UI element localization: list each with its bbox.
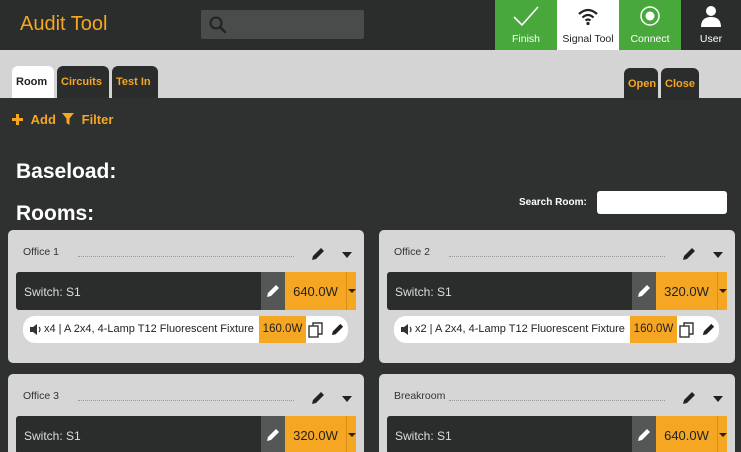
room-name: Office 1	[23, 246, 59, 258]
search-input[interactable]	[201, 10, 364, 39]
fixture-wattage: 160.0W	[259, 316, 306, 343]
fixture-wattage: 160.0W	[630, 316, 677, 343]
dotted-divider	[78, 400, 294, 401]
switch-dropdown-button[interactable]	[717, 272, 727, 310]
top-bar: Audit Tool Finish Signal Tool Connect Us…	[0, 0, 741, 50]
tab-test-in[interactable]: Test In	[112, 66, 158, 98]
switch-wattage: 320.0W	[656, 272, 717, 310]
chevron-down-icon[interactable]	[713, 252, 723, 258]
add-label: Add	[30, 112, 56, 127]
baseload-heading: Baseload:	[16, 160, 117, 183]
room-card: Office 3 Switch: S1 320.0W	[8, 374, 364, 452]
switch-wattage: 640.0W	[656, 416, 717, 452]
fixture-row[interactable]: x2 | A 2x4, 4-Lamp T12 Fluorescent Fixtu…	[394, 316, 719, 343]
room-card: Breakroom Switch: S1 640.0W	[379, 374, 735, 452]
switch-dropdown-button[interactable]	[346, 272, 356, 310]
finish-label: Finish	[511, 33, 540, 45]
signal-tool-label: Signal Tool	[562, 33, 614, 45]
pencil-icon	[638, 285, 650, 297]
switch-dropdown-button[interactable]	[717, 416, 727, 452]
dotted-divider	[78, 256, 294, 257]
finish-button[interactable]: Finish	[495, 0, 557, 50]
plus-icon	[12, 114, 23, 125]
add-button[interactable]: Add	[12, 112, 56, 127]
user-button[interactable]: User	[681, 0, 741, 50]
pencil-icon[interactable]	[701, 322, 716, 337]
tab-room[interactable]: Room	[12, 66, 54, 98]
pencil-icon[interactable]	[330, 322, 345, 337]
filter-icon	[62, 113, 74, 125]
radio-target-icon	[640, 6, 660, 26]
switch-edit-button[interactable]	[261, 272, 285, 310]
fixture-label: x2 | A 2x4, 4-Lamp T12 Fluorescent Fixtu…	[415, 323, 625, 335]
check-icon	[513, 6, 539, 27]
pencil-icon	[267, 429, 279, 441]
chevron-down-icon[interactable]	[342, 396, 352, 402]
fixture-label: x4 | A 2x4, 4-Lamp T12 Fluorescent Fixtu…	[44, 323, 254, 335]
room-card: Office 2 Switch: S1 320.0W x2 | A 2x4, 4…	[379, 230, 735, 363]
pencil-icon	[267, 285, 279, 297]
search-room-label: Search Room:	[519, 197, 587, 208]
fixture-row[interactable]: x4 | A 2x4, 4-Lamp T12 Fluorescent Fixtu…	[23, 316, 348, 343]
switch-wattage: 320.0W	[285, 416, 346, 452]
room-name: Breakroom	[394, 390, 446, 402]
switch-wattage: 640.0W	[285, 272, 346, 310]
search-room-input[interactable]	[597, 191, 727, 214]
wifi-icon	[578, 8, 598, 26]
room-name: Office 3	[23, 390, 59, 402]
signal-tool-button[interactable]: Signal Tool	[557, 0, 619, 50]
search-icon	[209, 16, 227, 34]
pencil-icon[interactable]	[310, 390, 326, 406]
rooms-heading: Rooms:	[16, 202, 95, 225]
tab-circuits[interactable]: Circuits	[57, 66, 109, 98]
switch-edit-button[interactable]	[632, 272, 656, 310]
switch-row[interactable]: Switch: S1 320.0W	[387, 272, 727, 310]
dotted-divider	[449, 400, 665, 401]
switch-edit-button[interactable]	[632, 416, 656, 452]
switch-label: Switch: S1	[395, 285, 452, 299]
room-name: Office 2	[394, 246, 430, 258]
app-title: Audit Tool	[20, 13, 108, 35]
filter-label: Filter	[81, 112, 114, 127]
filter-button[interactable]: Filter	[62, 112, 113, 127]
pencil-icon[interactable]	[681, 390, 697, 406]
dotted-divider	[449, 256, 665, 257]
switch-row[interactable]: Switch: S1 640.0W	[16, 272, 356, 310]
tab-strip: Room Circuits Test In Open Close	[0, 50, 741, 100]
chevron-down-icon[interactable]	[713, 396, 723, 402]
connect-label: Connect	[630, 33, 670, 45]
pencil-icon[interactable]	[310, 246, 326, 262]
user-icon	[701, 6, 721, 27]
close-button[interactable]: Close	[661, 68, 699, 100]
connect-button[interactable]: Connect	[619, 0, 681, 50]
pencil-icon	[638, 429, 650, 441]
open-button[interactable]: Open	[624, 68, 658, 100]
sound-icon	[401, 324, 412, 335]
user-label: User	[699, 33, 723, 45]
copy-icon[interactable]	[679, 322, 695, 338]
switch-label: Switch: S1	[24, 285, 81, 299]
switch-label: Switch: S1	[24, 429, 81, 443]
copy-icon[interactable]	[308, 322, 324, 338]
room-card: Office 1 Switch: S1 640.0W x4 | A 2x4, 4…	[8, 230, 364, 363]
sound-icon	[30, 324, 41, 335]
switch-label: Switch: S1	[395, 429, 452, 443]
pencil-icon[interactable]	[681, 246, 697, 262]
switch-edit-button[interactable]	[261, 416, 285, 452]
switch-row[interactable]: Switch: S1 640.0W	[387, 416, 727, 452]
switch-dropdown-button[interactable]	[346, 416, 356, 452]
switch-row[interactable]: Switch: S1 320.0W	[16, 416, 356, 452]
chevron-down-icon[interactable]	[342, 252, 352, 258]
